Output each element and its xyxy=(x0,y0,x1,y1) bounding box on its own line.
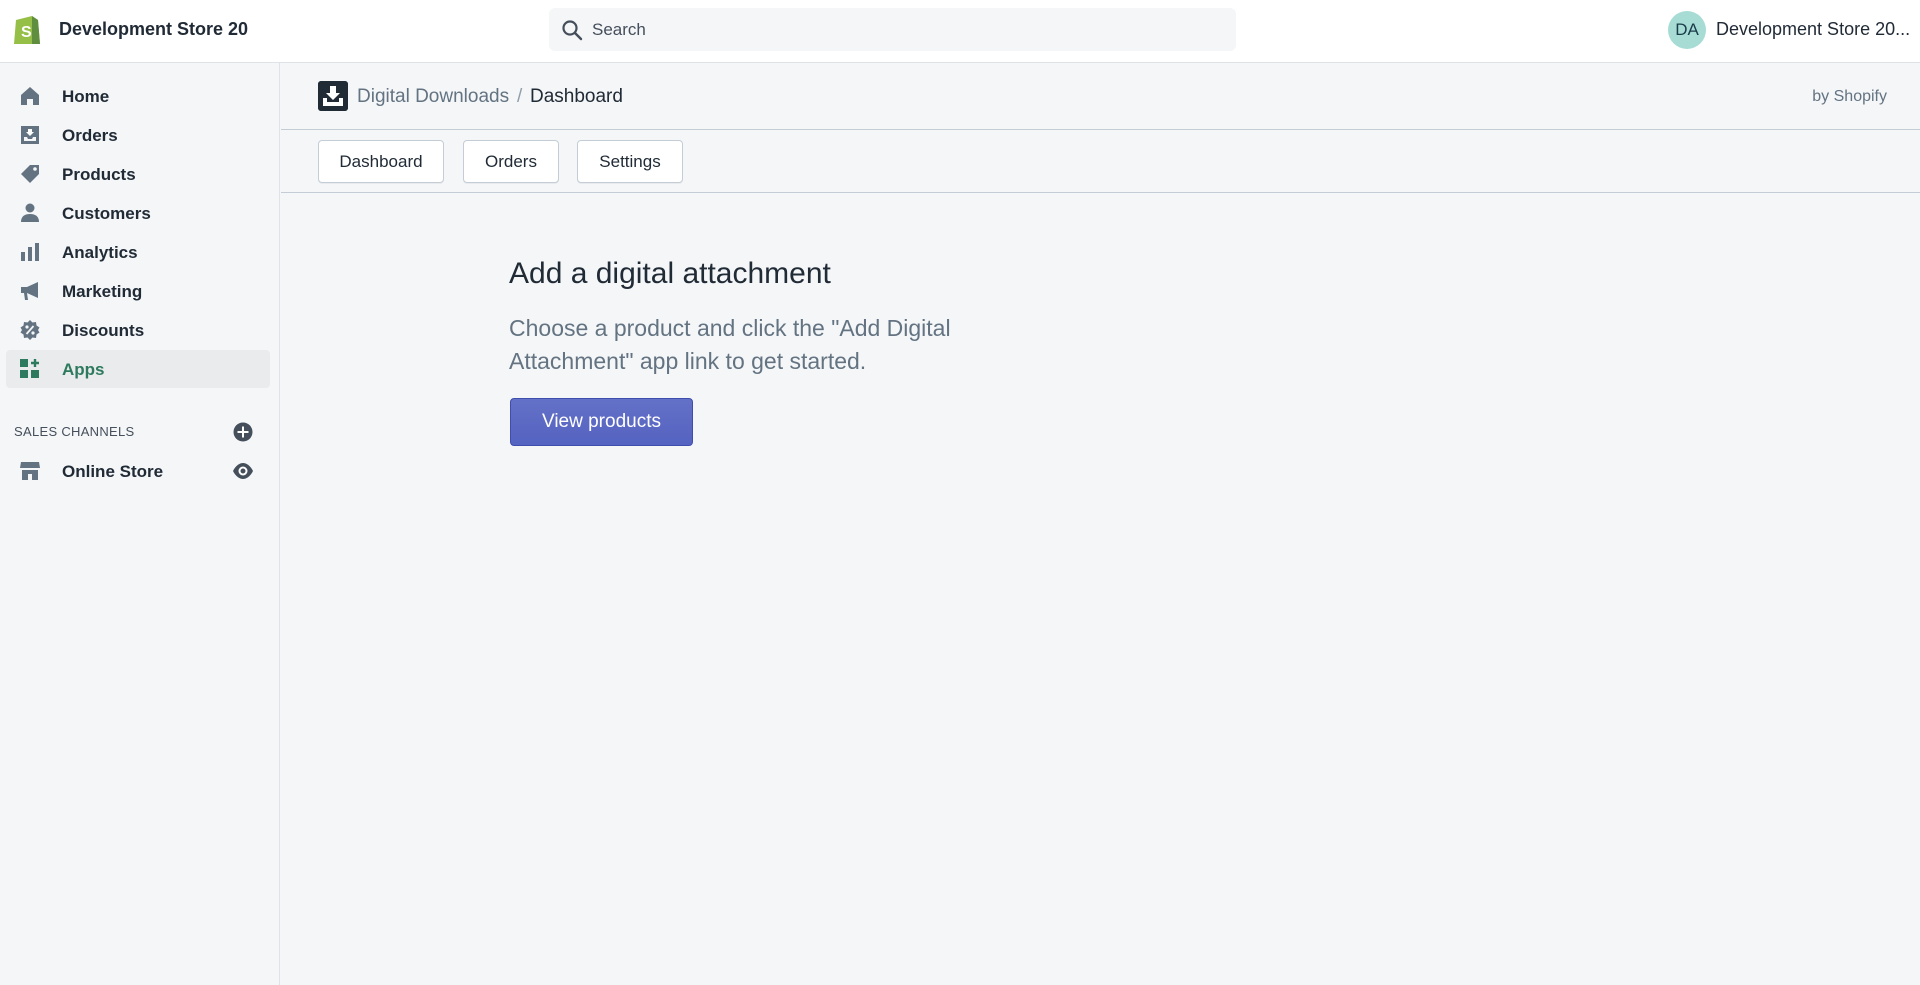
avatar[interactable]: DA xyxy=(1668,11,1706,49)
tab-dashboard[interactable]: Dashboard xyxy=(318,140,444,183)
sidebar-item-discounts[interactable]: Discounts xyxy=(6,311,270,349)
main-content: Add a digital attachment Choose a produc… xyxy=(281,194,1920,985)
view-products-button[interactable]: View products xyxy=(510,398,693,446)
app-tabs: Dashboard Orders Settings xyxy=(281,130,1920,193)
sidebar-item-home[interactable]: Home xyxy=(6,77,270,115)
page-title: Add a digital attachment xyxy=(509,257,831,290)
sidebar-item-label: Home xyxy=(62,87,110,106)
tab-orders[interactable]: Orders xyxy=(463,140,559,183)
orders-icon xyxy=(21,126,39,144)
breadcrumb-separator: / xyxy=(517,86,523,107)
sidebar-item-online-store[interactable]: Online Store xyxy=(6,452,270,490)
sidebar-item-customers[interactable]: Customers xyxy=(6,194,270,232)
search-icon xyxy=(562,20,583,41)
account-name[interactable]: Development Store 20... xyxy=(1716,19,1910,40)
store-icon xyxy=(20,462,40,480)
page-description: Choose a product and click the "Add Digi… xyxy=(509,315,951,374)
app-header: Digital Downloads / Dashboard by Shopify xyxy=(281,63,1920,130)
sidebar-item-marketing[interactable]: Marketing xyxy=(6,272,270,310)
person-icon xyxy=(21,203,39,222)
search-input[interactable]: Search xyxy=(592,20,646,40)
sidebar-item-label: Orders xyxy=(62,126,118,145)
sidebar-item-apps[interactable]: Apps xyxy=(6,350,270,388)
shopify-logo-icon[interactable]: S xyxy=(12,12,42,46)
sidebar-item-label: Apps xyxy=(62,360,105,379)
download-icon xyxy=(318,81,348,111)
sidebar-item-analytics[interactable]: Analytics xyxy=(6,233,270,271)
sidebar-item-label: Marketing xyxy=(62,282,143,301)
app-developer-label: by Shopify xyxy=(1812,88,1887,105)
tab-settings[interactable]: Settings xyxy=(577,140,683,183)
bar-chart-icon xyxy=(21,243,39,261)
home-icon xyxy=(21,87,39,105)
top-bar: S Development Store 20 Search DA Develop… xyxy=(0,0,1920,63)
sidebar-item-label: Discounts xyxy=(62,321,145,340)
breadcrumb-current-page: Dashboard xyxy=(530,86,623,107)
sidebar-item-label: Online Store xyxy=(62,462,164,481)
breadcrumb-app-name[interactable]: Digital Downloads xyxy=(357,86,509,108)
sidebar-item-label: Products xyxy=(62,165,136,184)
add-sales-channel-icon[interactable] xyxy=(232,421,254,443)
discount-icon xyxy=(20,320,40,340)
sidebar-item-label: Customers xyxy=(62,204,151,223)
eye-icon[interactable] xyxy=(232,462,254,480)
apps-icon xyxy=(20,359,39,378)
tag-icon xyxy=(21,165,39,183)
search-bar[interactable]: Search xyxy=(549,8,1236,51)
store-name[interactable]: Development Store 20 xyxy=(59,19,248,40)
sales-channels-heading: SALES CHANNELS xyxy=(14,424,135,439)
svg-text:S: S xyxy=(21,24,32,41)
sidebar-item-orders[interactable]: Orders xyxy=(6,116,270,154)
sidebar: Home Orders Products Customers Analytics xyxy=(0,63,280,985)
sidebar-item-products[interactable]: Products xyxy=(6,155,270,193)
megaphone-icon xyxy=(21,282,38,300)
sidebar-item-label: Analytics xyxy=(62,243,138,262)
